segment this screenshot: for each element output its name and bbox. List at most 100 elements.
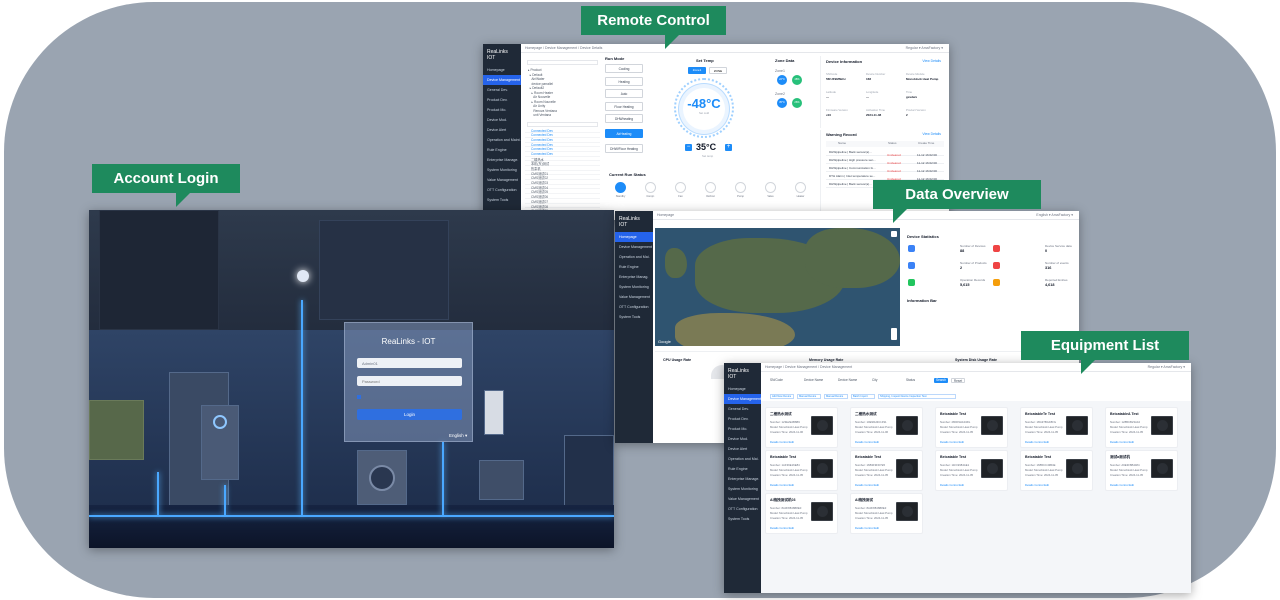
warning-row[interactable]: DHWpipeline | High pressure sen...Unclea…	[826, 156, 944, 165]
toolbar-button[interactable]: Batch Import	[851, 394, 875, 399]
login-button[interactable]: Login	[357, 409, 462, 420]
toolbar-button[interactable]: Shipping, Inspect Device Inspection Test	[878, 394, 956, 399]
device-card[interactable]: Beicatable Test Number: 1AF39E16E84 Model:…	[765, 450, 838, 491]
filter-field[interactable]: Device Name	[838, 378, 857, 382]
sidebar-item[interactable]: OTT Configuration	[483, 185, 521, 195]
fullscreen-icon[interactable]	[891, 231, 897, 237]
card-actions[interactable]: Details Control Edit	[855, 483, 879, 487]
sidebar-item[interactable]: Device Management	[615, 242, 653, 252]
sidebar-item[interactable]: System Tools	[615, 312, 653, 322]
user-menu[interactable]: Regular ▾ AmaFactory ▾	[1148, 365, 1185, 369]
sidebar-item[interactable]: System Tools	[483, 195, 521, 205]
sidebar-item[interactable]: Device Management	[483, 75, 521, 85]
device-card[interactable]: AI拖拽测试机03 Number: 8A3F8846B8E0 Model: Mono…	[765, 493, 838, 534]
device-search-input[interactable]	[527, 121, 598, 127]
sidebar-item[interactable]: Rule Engine	[615, 262, 653, 272]
tab-zone1[interactable]: Zone1	[688, 67, 706, 74]
sidebar-item[interactable]: Homepage	[483, 65, 521, 75]
sidebar-item[interactable]: Enterprise Manage.	[483, 155, 521, 165]
card-actions[interactable]: Details Control Edit	[855, 526, 879, 530]
card-actions[interactable]: Details Control Edit	[1110, 440, 1134, 444]
sidebar-item[interactable]: Device Alert	[483, 125, 521, 135]
username-input[interactable]	[357, 358, 462, 368]
device-map[interactable]: Google	[655, 228, 900, 346]
user-menu[interactable]: English ▾ AmaFactory ▾	[1036, 213, 1073, 217]
sidebar-item[interactable]: Homepage	[615, 232, 653, 242]
sidebar-item[interactable]: Enterprise Manag.	[615, 272, 653, 282]
run-mode-button[interactable]: Cooling	[605, 64, 643, 74]
sidebar-item[interactable]: Product Mo.	[724, 424, 761, 434]
sidebar-item[interactable]: Product Dev.	[483, 95, 521, 105]
search-button[interactable]: Search	[934, 378, 948, 383]
card-actions[interactable]: Details Control Edit	[770, 440, 794, 444]
device-card[interactable]: Beicatable Test Number: 16B3F9FD7E5 Model:…	[850, 450, 923, 491]
password-input[interactable]	[357, 376, 462, 386]
device-card[interactable]: 测试a测试机 Number: A6E3F8B4484 Model: Monobloc…	[1105, 450, 1178, 491]
card-actions[interactable]: Details Control Edit	[940, 440, 964, 444]
run-mode-button[interactable]: AirHeating	[605, 128, 643, 138]
toolbar-button[interactable]: Manual Device	[797, 394, 821, 399]
sidebar-item[interactable]: Device Mod.	[724, 434, 761, 444]
sidebar-item[interactable]: Value Management	[615, 292, 653, 302]
remember-checkbox[interactable]	[357, 395, 361, 399]
filter-field[interactable]: City	[872, 378, 878, 382]
device-card[interactable]: AI拖拽测试 Number: 8A3F8846B8E3 Model: Monoblo…	[850, 493, 923, 534]
device-card[interactable]: Beicatable Test Number: 28DF9H4446G Model:…	[935, 407, 1008, 448]
filter-field[interactable]: Status	[906, 378, 915, 382]
decrease-temp-button[interactable]: −	[685, 144, 692, 151]
run-mode-button[interactable]: Auto	[605, 89, 643, 99]
card-actions[interactable]: Details Control Edit	[770, 526, 794, 530]
warning-row[interactable]: DHWpipeline | Communication fo...Unclear…	[826, 164, 944, 173]
run-mode-button[interactable]: Floor Heating	[605, 101, 643, 111]
sidebar-item[interactable]: Device Alert	[724, 444, 761, 454]
sidebar-item[interactable]: System Monitoring	[615, 282, 653, 292]
card-actions[interactable]: Details Control Edit	[1025, 483, 1049, 487]
sidebar-item[interactable]: Value Management	[483, 175, 521, 185]
sidebar-item[interactable]: Operation and Maint.	[483, 135, 521, 145]
device-card[interactable]: BeicatableA Test Number: 128BCB23A42 Model…	[1105, 407, 1178, 448]
device-card[interactable]: BeicatableTe Test Number: 18G97BGF8FG Mode…	[1020, 407, 1093, 448]
card-actions[interactable]: Details Control Edit	[1025, 440, 1049, 444]
filter-field[interactable]: SN/Code	[770, 378, 783, 382]
sidebar-item[interactable]: Rule Engine	[724, 464, 761, 474]
reset-button[interactable]: Reset	[951, 378, 965, 383]
sidebar-item[interactable]: General Dev.	[483, 85, 521, 95]
map-zoom-control[interactable]	[891, 328, 897, 340]
filter-field[interactable]: Device Name	[804, 378, 823, 382]
device-card[interactable]: 二楼热水测试 Number: 123E2E2B6B9 Model: Monobloc…	[765, 407, 838, 448]
sidebar-item[interactable]: OTT Configuration	[724, 504, 761, 514]
warning-row[interactable]: DTH Alarm | Inlet temperature se...Uncle…	[826, 172, 944, 181]
card-actions[interactable]: Details Control Edit	[1110, 483, 1134, 487]
tab-zone[interactable]: ZONE	[709, 67, 727, 74]
card-actions[interactable]: Details Control Edit	[855, 440, 879, 444]
device-card[interactable]: 二楼热水测试 Number: 10E99H3C1F91 Model: Monoblo…	[850, 407, 923, 448]
sidebar-item[interactable]: General Dev.	[724, 404, 761, 414]
temp-dial[interactable]: -48°C Set cold	[683, 88, 725, 130]
sidebar-item[interactable]: Rule Engine	[483, 145, 521, 155]
sidebar-item[interactable]: Operation and Mai.	[615, 252, 653, 262]
user-menu[interactable]: Regular ▾ AmaFactory ▾	[906, 46, 943, 50]
sidebar-item[interactable]: Value Management	[724, 494, 761, 504]
device-card[interactable]: Beicatable Test Number: 16B5CC43B4E Model:…	[1020, 450, 1093, 491]
sidebar-item[interactable]: Device Management	[724, 394, 761, 404]
sidebar-item[interactable]: System Tools	[724, 514, 761, 524]
run-mode-button[interactable]: DHW/Floor Heating	[605, 143, 643, 153]
sidebar-item[interactable]: Product Dev.	[724, 414, 761, 424]
tree-search-input[interactable]	[527, 60, 598, 65]
sidebar-item[interactable]: System Monitoring	[724, 484, 761, 494]
increase-temp-button[interactable]: +	[725, 144, 732, 151]
warning-row[interactable]: DHWpipeline | Back sensor(a)...Uncleared…	[826, 148, 944, 157]
sidebar-item[interactable]: Product Mo.	[483, 105, 521, 115]
sidebar-item[interactable]: Device Mod.	[483, 115, 521, 125]
sidebar-item[interactable]: System Monitoring	[483, 165, 521, 175]
tree-node[interactable]: unit Ventana	[525, 113, 600, 118]
language-selector[interactable]: English ▾	[449, 433, 467, 439]
view-details-link[interactable]: View Details	[922, 59, 941, 63]
card-actions[interactable]: Details Control Edit	[940, 483, 964, 487]
sidebar-item[interactable]: Operation and Mai.	[724, 454, 761, 464]
run-mode-button[interactable]: DHWheating	[605, 113, 643, 123]
sidebar-item[interactable]: Enterprise Manage.	[724, 474, 761, 484]
card-actions[interactable]: Details Control Edit	[770, 483, 794, 487]
view-details-link-2[interactable]: View Details	[922, 132, 941, 136]
run-mode-button[interactable]: Heating	[605, 76, 643, 86]
